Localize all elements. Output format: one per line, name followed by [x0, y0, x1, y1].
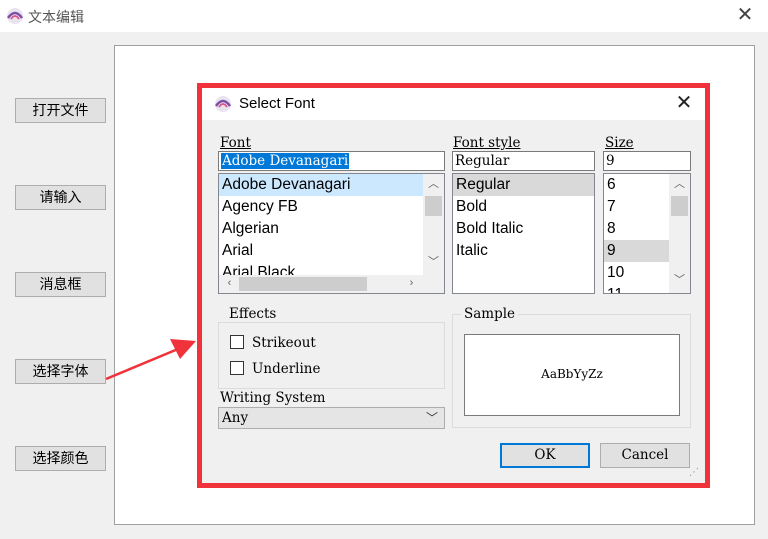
- size-list[interactable]: 6 7 8 9 10 11 ︿ ﹀: [603, 173, 691, 294]
- scroll-down-icon[interactable]: ﹀: [425, 254, 442, 271]
- app-icon: [6, 7, 24, 25]
- list-item[interactable]: Regular: [453, 174, 594, 196]
- writing-system-value: Any: [222, 410, 249, 426]
- size-input[interactable]: 9: [603, 151, 691, 171]
- font-dialog: Select Font ✕ Font Adobe Devanagari Adob…: [202, 88, 705, 483]
- list-item[interactable]: Italic: [453, 240, 594, 262]
- sample-text: AaBbYyZz: [541, 367, 603, 381]
- scroll-down-icon[interactable]: ﹀: [671, 272, 688, 289]
- scroll-right-icon[interactable]: ›: [403, 275, 420, 292]
- font-label-text: Font: [220, 135, 251, 151]
- underline-checkbox[interactable]: [230, 361, 244, 375]
- sample-preview: AaBbYyZz: [464, 334, 680, 416]
- dialog-title: Select Font: [239, 95, 315, 112]
- list-item[interactable]: Agency FB: [219, 196, 444, 218]
- writing-system-select[interactable]: Any ﹀: [218, 407, 445, 429]
- font-list-hscrollbar[interactable]: ‹ ›: [219, 275, 444, 293]
- strikeout-checkbox[interactable]: [230, 335, 244, 349]
- list-item[interactable]: Algerian: [219, 218, 444, 240]
- cancel-button[interactable]: Cancel: [600, 443, 690, 468]
- annotation-arrow-icon: [105, 339, 196, 381]
- font-list-vscrollbar[interactable]: ︿ ﹀: [423, 174, 444, 275]
- message-box-button[interactable]: 消息框: [15, 272, 106, 297]
- font-name-input[interactable]: Adobe Devanagari: [218, 151, 445, 171]
- open-file-button[interactable]: 打开文件: [15, 98, 106, 123]
- font-style-list[interactable]: Regular Bold Bold Italic Italic: [452, 173, 595, 294]
- font-style-label-text: Font style: [453, 135, 521, 151]
- dialog-titlebar: Select Font ✕: [202, 88, 705, 120]
- font-list[interactable]: Adobe Devanagari Agency FB Algerian Aria…: [218, 173, 445, 294]
- input-button[interactable]: 请输入: [15, 185, 106, 210]
- effects-label: Effects: [226, 306, 280, 322]
- writing-system-label: Writing System: [220, 390, 326, 406]
- window-titlebar: 文本编辑 ✕: [0, 0, 768, 32]
- size-list-vscrollbar[interactable]: ︿ ﹀: [669, 174, 690, 293]
- font-name-value: Adobe Devanagari: [221, 153, 350, 169]
- list-item[interactable]: Bold: [453, 196, 594, 218]
- scroll-left-icon[interactable]: ‹: [221, 275, 238, 292]
- scroll-up-icon[interactable]: ︿: [671, 176, 688, 193]
- select-font-button[interactable]: 选择字体: [15, 359, 106, 384]
- list-item[interactable]: 9: [604, 240, 669, 262]
- font-style-label: Font style: [453, 135, 520, 151]
- dialog-close-icon[interactable]: ✕: [672, 92, 696, 116]
- select-color-button[interactable]: 选择颜色: [15, 446, 106, 471]
- list-item[interactable]: Adobe Devanagari: [219, 174, 444, 196]
- size-label: Size: [605, 135, 634, 151]
- font-label: Font: [220, 135, 251, 151]
- scroll-up-icon[interactable]: ︿: [425, 176, 442, 193]
- effects-group: [218, 322, 445, 389]
- dialog-app-icon: [214, 95, 232, 113]
- chevron-down-icon: ﹀: [426, 411, 439, 425]
- scroll-thumb[interactable]: [425, 196, 442, 216]
- sample-label: Sample: [461, 306, 519, 322]
- list-item[interactable]: Bold Italic: [453, 218, 594, 240]
- window-close-icon[interactable]: ✕: [733, 5, 757, 27]
- strikeout-label[interactable]: Strikeout: [252, 335, 316, 351]
- ok-button[interactable]: OK: [500, 443, 590, 468]
- scroll-thumb[interactable]: [671, 196, 688, 216]
- underline-label[interactable]: Underline: [252, 361, 320, 377]
- window-title: 文本编辑: [28, 9, 84, 25]
- size-label-text: Size: [605, 135, 634, 151]
- resize-grip-icon[interactable]: ⋰: [689, 468, 699, 478]
- scroll-thumb[interactable]: [239, 277, 367, 291]
- font-style-input[interactable]: Regular: [452, 151, 595, 171]
- list-item[interactable]: Arial: [219, 240, 444, 262]
